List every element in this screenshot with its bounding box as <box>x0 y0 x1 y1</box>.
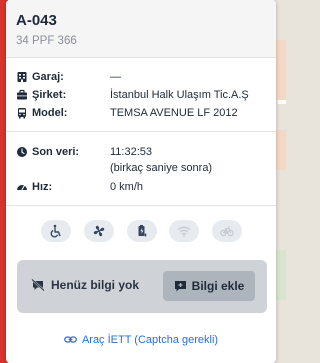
link-icon <box>64 336 77 343</box>
company-value: İstanbul Halk Ulaşım Tic.A.Ş <box>110 89 249 101</box>
garage-label: Garaj: <box>32 71 64 83</box>
clock-icon <box>17 147 27 157</box>
divider <box>6 205 276 206</box>
vehicle-popup-card: A-043 34 PPF 366 Garaj: — Şirket: İstanb… <box>6 0 276 363</box>
iett-link-text: Araç İETT (Captcha gerekli) <box>81 333 219 346</box>
vehicle-id: A-043 <box>16 12 57 29</box>
vehicle-plate: 34 PPF 366 <box>16 35 77 47</box>
briefcase-icon <box>17 89 27 100</box>
detail-row-garage: Garaj: — <box>16 69 266 85</box>
status-section: Son veri: 11:32:53 (birkaç saniye sonra)… <box>6 132 276 205</box>
feature-wheelchair <box>41 220 71 242</box>
feature-charging <box>126 220 157 242</box>
detail-row-company: Şirket: İstanbul Halk Ulaşım Tic.A.Ş <box>16 87 266 103</box>
feature-wifi <box>169 220 200 242</box>
feature-bicycle <box>212 220 242 242</box>
detail-row-model: Model: TEMSA AVENUE LF 2012 <box>16 105 266 121</box>
speed-row: Hız: 0 km/h <box>16 179 266 195</box>
last-data-label: Son veri: <box>32 146 80 158</box>
building-icon <box>17 72 27 82</box>
fan-icon <box>93 225 105 237</box>
garage-value: — <box>110 71 121 83</box>
no-info-text: Henüz bilgi yok <box>51 278 140 292</box>
iett-link[interactable]: Araç İETT (Captcha gerekli) <box>6 333 276 346</box>
speedometer-icon <box>17 184 27 191</box>
add-info-button[interactable]: Bilgi ekle <box>163 271 255 301</box>
info-box: Henüz bilgi yok Bilgi ekle <box>17 260 267 313</box>
feature-icons-row <box>6 220 276 242</box>
no-info-notice: Henüz bilgi yok <box>31 278 139 292</box>
feature-air-conditioning <box>83 220 114 242</box>
speed-label: Hız: <box>32 181 53 193</box>
comment-slash-icon <box>31 278 45 292</box>
last-data-values: 11:32:53 (birkaç saniye sonra) <box>110 144 212 176</box>
wifi-icon <box>178 226 191 237</box>
model-label: Model: <box>32 107 68 119</box>
bus-icon <box>18 108 26 119</box>
bicycle-icon <box>220 226 234 237</box>
speed-value: 0 km/h <box>110 181 144 193</box>
model-value: TEMSA AVENUE LF 2012 <box>110 107 238 119</box>
details-section: Garaj: — Şirket: İstanbul Halk Ulaşım Ti… <box>6 58 276 131</box>
last-data-relative: (birkaç saniye sonra) <box>110 162 213 174</box>
add-info-label: Bilgi ekle <box>191 279 245 293</box>
last-data-row: Son veri: 11:32:53 (birkaç saniye sonra) <box>16 144 266 176</box>
comment-plus-icon <box>174 280 186 291</box>
card-header: A-043 34 PPF 366 <box>6 0 276 58</box>
wheelchair-icon <box>50 224 61 238</box>
charging-icon <box>138 225 146 237</box>
last-data-time: 11:32:53 <box>110 146 153 158</box>
company-label: Şirket: <box>32 89 67 101</box>
